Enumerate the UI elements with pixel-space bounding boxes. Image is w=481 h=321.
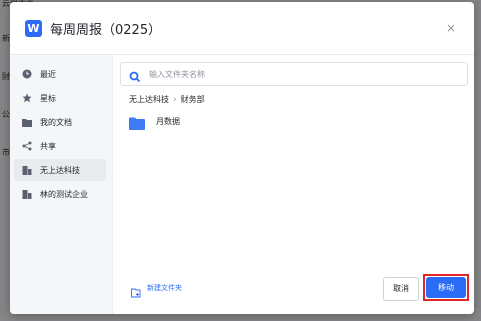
new-folder-icon — [131, 283, 141, 298]
dialog-title: 每周周报（0225） — [50, 23, 162, 38]
share-icon — [22, 141, 32, 151]
location-sidebar: 最近 星标 我的文档 共享 无上达科技 林的测试企业 — [10, 55, 113, 314]
dialog-header: W 每周周报（0225） × — [10, 2, 474, 55]
sidebar-item-label: 林的测试企业 — [40, 189, 88, 199]
sidebar-item-label: 共享 — [40, 141, 56, 151]
sidebar-item-label: 最近 — [40, 69, 56, 79]
sidebar-item-my-docs[interactable]: 我的文档 — [14, 111, 106, 133]
folder-icon — [22, 117, 32, 127]
search-input[interactable] — [149, 69, 467, 79]
folder-name: 月数据 — [156, 116, 180, 126]
cancel-button[interactable]: 取消 — [383, 277, 419, 301]
chevron-right-icon: › — [173, 94, 177, 105]
breadcrumb-item[interactable]: 财务部 — [181, 94, 205, 105]
folder-list-item[interactable]: 月数据 — [121, 110, 467, 132]
sidebar-item-label: 星标 — [40, 93, 56, 103]
star-icon — [22, 93, 32, 103]
move-dialog: W 每周周报（0225） × 最近 星标 我的文档 共享 无上达科技 林的测试企… — [10, 2, 474, 314]
search-icon — [129, 68, 141, 83]
clock-icon — [22, 69, 32, 79]
move-button[interactable]: 移动 — [426, 277, 466, 298]
new-folder-label: 新建文件夹 — [147, 284, 182, 292]
close-icon[interactable]: × — [443, 20, 459, 36]
sidebar-item-label: 无上达科技 — [40, 165, 80, 175]
company-icon — [22, 189, 32, 199]
sidebar-item-starred[interactable]: 星标 — [14, 87, 106, 109]
folder-search-box — [120, 62, 468, 86]
sidebar-item-wushangda[interactable]: 无上达科技 — [14, 159, 106, 181]
folder-icon — [129, 115, 145, 130]
breadcrumb: 无上达科技 › 财务部 — [129, 94, 205, 105]
sidebar-item-recent[interactable]: 最近 — [14, 63, 106, 85]
company-icon — [22, 165, 32, 175]
wps-logo-icon: W — [25, 20, 42, 37]
sidebar-item-label: 我的文档 — [40, 117, 72, 127]
folder-browser: 无上达科技 › 财务部 月数据 新建文件夹 取消 移动 — [113, 55, 474, 314]
breadcrumb-item[interactable]: 无上达科技 — [129, 94, 169, 105]
sidebar-item-shared[interactable]: 共享 — [14, 135, 106, 157]
sidebar-item-lin-test[interactable]: 林的测试企业 — [14, 183, 106, 205]
new-folder-button[interactable]: 新建文件夹 — [131, 283, 182, 298]
